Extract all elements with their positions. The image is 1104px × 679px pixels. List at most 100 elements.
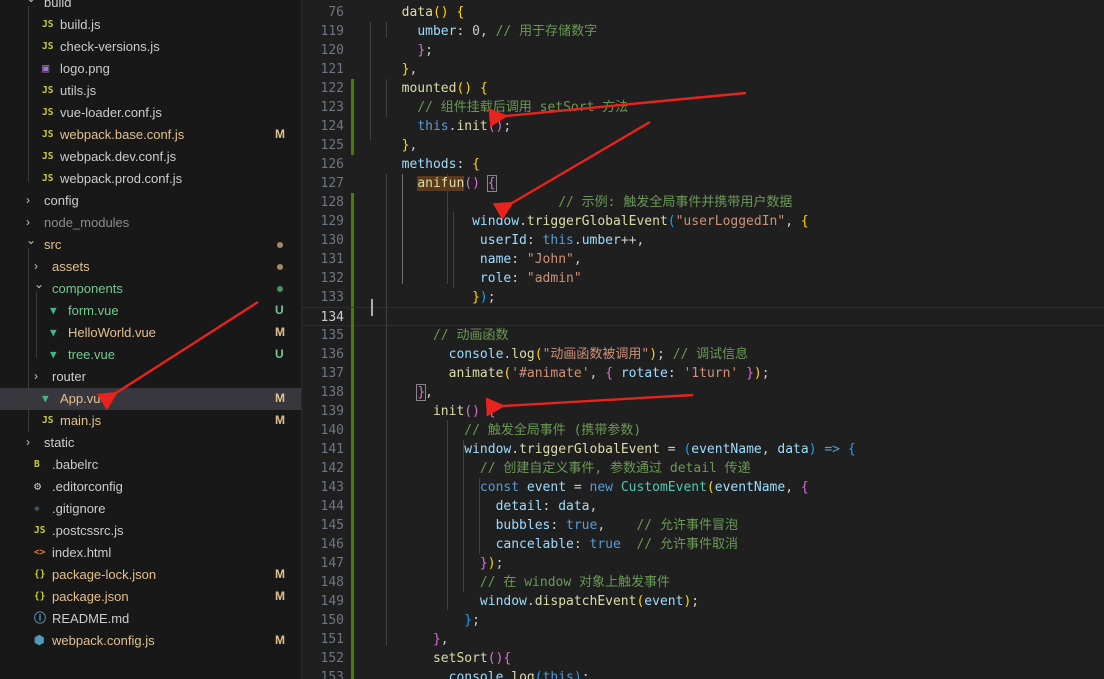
gutter-change-marker[interactable] [351,345,354,364]
code-line[interactable]: 126 methods: { [302,155,1104,174]
explorer-item-check-versions-js[interactable]: JS check-versions.js [0,36,301,58]
explorer-item-webpack-base-conf-js[interactable]: JS webpack.base.conf.js M [0,124,301,146]
code-line[interactable]: 135 // 动画函数 [302,326,1104,345]
gutter-change-marker[interactable] [351,440,354,459]
explorer-item-router[interactable]: › router [0,366,301,388]
explorer-item-build[interactable]: ⌄ build [0,0,301,14]
gutter-change-marker[interactable] [351,573,354,592]
code-line[interactable]: 132 role: "admin" [302,269,1104,288]
gutter-change-marker[interactable] [351,668,354,679]
gutter-change-marker[interactable] [351,231,354,250]
code-line[interactable]: 131 name: "John", [302,250,1104,269]
code-line[interactable]: 121 }, [302,60,1104,79]
explorer-item-index-html[interactable]: <> index.html [0,542,301,564]
explorer-item-main-js[interactable]: JS main.js M [0,410,301,432]
chevron-down-icon[interactable]: ⌄ [34,277,44,291]
explorer-item-build-js[interactable]: JS build.js [0,14,301,36]
gutter-change-marker[interactable] [351,383,354,402]
code-line[interactable]: 137 animate('#animate', { rotate: '1turn… [302,364,1104,383]
gutter-change-marker[interactable] [351,364,354,383]
explorer-item-vue-loader-conf-js[interactable]: JS vue-loader.conf.js [0,102,301,124]
explorer-item-gitignore[interactable]: ◆ .gitignore [0,498,301,520]
gutter-change-marker[interactable] [351,421,354,440]
explorer-item-package-lock-json[interactable]: {} package-lock.json M [0,564,301,586]
gutter-change-marker[interactable] [351,592,354,611]
code-line[interactable]: 141 window.triggerGlobalEvent = (eventNa… [302,440,1104,459]
code-line[interactable]: 139 init() { [302,402,1104,421]
gutter-change-marker[interactable] [351,478,354,497]
explorer-item-form-vue[interactable]: ▼ form.vue U [0,300,301,322]
code-line[interactable]: 76 data() { [302,3,1104,22]
code-line[interactable]: 148 // 在 window 对象上触发事件 [302,573,1104,592]
explorer-item-editorconfig[interactable]: ⚙ .editorconfig [0,476,301,498]
gutter-change-marker[interactable] [351,288,354,307]
code-line[interactable]: 125 }, [302,136,1104,155]
explorer-item-postcssrc-js[interactable]: JS .postcssrc.js [0,520,301,542]
code-line[interactable]: 143 const event = new CustomEvent(eventN… [302,478,1104,497]
gutter-change-marker[interactable] [351,649,354,668]
code-line[interactable]: 147 }); [302,554,1104,573]
explorer-item-node-modules[interactable]: › node_modules [0,212,301,234]
code-line[interactable]: 136 console.log("动画函数被调用"); // 调试信息 [302,345,1104,364]
explorer-item-utils-js[interactable]: JS utils.js [0,80,301,102]
code-line[interactable]: 122 mounted() { [302,79,1104,98]
gutter-change-marker[interactable] [351,212,354,231]
gutter-change-marker[interactable] [351,193,354,212]
gutter-change-marker[interactable] [351,136,354,155]
code-line[interactable]: 130 userId: this.umber++, [302,231,1104,250]
gutter-change-marker[interactable] [351,79,354,98]
explorer-item-helloworld-vue[interactable]: ▼ HelloWorld.vue M [0,322,301,344]
explorer-item-webpack-prod-conf-js[interactable]: JS webpack.prod.conf.js [0,168,301,190]
gutter-change-marker[interactable] [351,326,354,345]
gutter-change-marker[interactable] [351,402,354,421]
code-line[interactable]: 153 console.log(this); [302,668,1104,679]
explorer-item-components[interactable]: ⌄ components [0,277,301,300]
gutter-change-marker[interactable] [351,535,354,554]
explorer-item-assets[interactable]: › assets [0,256,301,278]
code-line[interactable]: 151 }, [302,630,1104,649]
chevron-down-icon[interactable]: ⌄ [26,233,36,247]
code-line[interactable]: 129 window.triggerGlobalEvent("userLogge… [302,212,1104,231]
chevron-right-icon[interactable]: › [26,193,30,207]
gutter-change-marker[interactable] [351,497,354,516]
code-line[interactable]: 142 // 创建自定义事件, 参数通过 detail 传递 [302,459,1104,478]
code-line[interactable]: 128 // 示例: 触发全局事件并携带用户数据 [302,193,1104,212]
gutter-change-marker[interactable] [351,459,354,478]
code-line[interactable]: 144 detail: data, [302,497,1104,516]
chevron-right-icon[interactable]: › [26,215,30,229]
gutter-change-marker[interactable] [351,250,354,269]
explorer-item-app-vue[interactable]: ▼ App.vue M [0,388,301,410]
code-line[interactable]: 146 cancelable: true // 允许事件取消 [302,535,1104,554]
chevron-right-icon[interactable]: › [34,259,38,273]
explorer-item-webpack-dev-conf-js[interactable]: JS webpack.dev.conf.js [0,146,301,168]
explorer-item-readme-md[interactable]: ⓘ README.md [0,608,301,630]
explorer-item-logo-png[interactable]: ▣ logo.png [0,58,301,80]
explorer-item-config[interactable]: › config [0,190,301,212]
code-line[interactable]: 138 }, [302,383,1104,402]
code-line[interactable]: 120 }; [302,41,1104,60]
code-line[interactable]: 150 }; [302,611,1104,630]
gutter-change-marker[interactable] [351,308,354,327]
code-line[interactable]: 134 [302,307,1104,327]
gutter-change-marker[interactable] [351,611,354,630]
code-line[interactable]: 119 umber: 0, // 用于存储数字 [302,22,1104,41]
explorer-item-babelrc[interactable]: B .babelrc [0,454,301,476]
chevron-down-icon[interactable]: ⌄ [26,0,36,5]
gutter-change-marker[interactable] [351,117,354,136]
explorer-item-package-json[interactable]: {} package.json M [0,586,301,608]
explorer-item-webpack-config-js[interactable]: ⬢ webpack.config.js M [0,630,301,652]
explorer-item-static[interactable]: › static [0,432,301,454]
code-editor[interactable]: 76 data() {119 umber: 0, // 用于存储数字 120 };… [302,0,1104,679]
gutter-change-marker[interactable] [351,630,354,649]
code-line[interactable]: 149 window.dispatchEvent(event); [302,592,1104,611]
code-line[interactable]: 124 this.init(); [302,117,1104,136]
gutter-change-marker[interactable] [351,516,354,535]
code-line[interactable]: 133 }); [302,288,1104,307]
gutter-change-marker[interactable] [351,98,354,117]
chevron-right-icon[interactable]: › [34,369,38,383]
chevron-right-icon[interactable]: › [26,435,30,449]
gutter-change-marker[interactable] [351,554,354,573]
code-line[interactable]: 140 // 触发全局事件 (携带参数) [302,421,1104,440]
gutter-change-marker[interactable] [351,269,354,288]
explorer-item-tree-vue[interactable]: ▼ tree.vue U [0,344,301,366]
